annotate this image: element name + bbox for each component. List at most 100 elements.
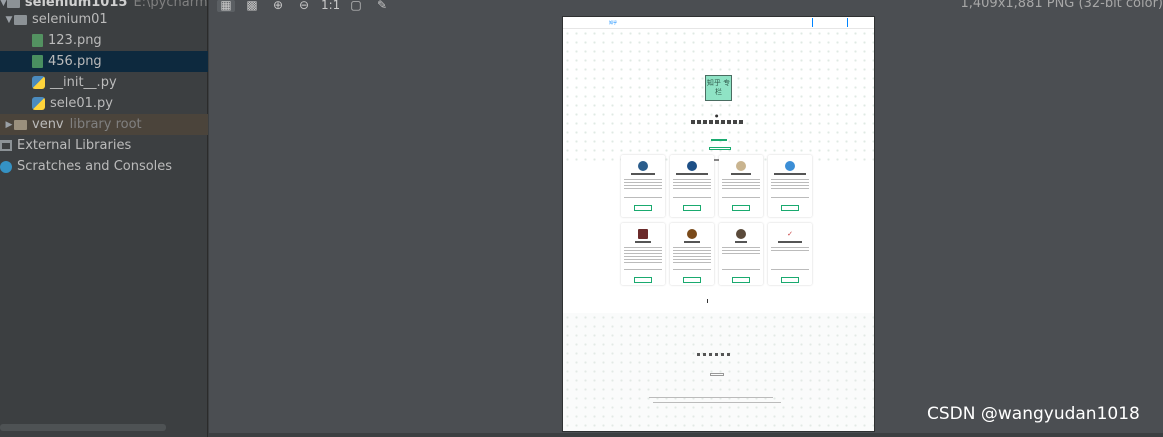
tree-item-selenium01[interactable]: ▼ selenium01 [0, 9, 208, 30]
tree-item-123-png[interactable]: 123.png [0, 30, 208, 51]
card-button [781, 205, 799, 211]
project-tree: ▼ selenium1015 E:\pycharm\seleni ▼ selen… [0, 0, 208, 437]
card-title [778, 241, 802, 243]
folder-icon [14, 119, 27, 130]
avatar [736, 161, 746, 171]
image-info: 1,409x1,881 PNG (32-bit color) [960, 0, 1163, 11]
card-meta [722, 269, 760, 270]
card-desc [624, 247, 662, 263]
csdn-watermark: CSDN @wangyudan1018 [927, 404, 1140, 424]
library-root-hint: library root [69, 117, 142, 132]
card-title [631, 173, 655, 175]
tree-item-scratches[interactable]: Scratches and Consoles [0, 156, 208, 177]
scratches-icon [0, 160, 12, 173]
card-meta [624, 269, 662, 270]
footer-line [649, 397, 773, 398]
preview-brand: 知乎 [609, 20, 617, 25]
tree-item-external-libraries[interactable]: External Libraries [0, 135, 208, 156]
preview-hero: 知乎 专栏 ● [563, 29, 874, 164]
card-title [735, 241, 747, 243]
chessboard-icon[interactable]: ▩ [243, 0, 261, 12]
card-meta [722, 197, 760, 198]
card-meta [673, 197, 711, 198]
card-button [781, 277, 799, 283]
tree-item-label: sele01.py [50, 96, 114, 111]
card-meta [673, 269, 711, 270]
color-picker-icon[interactable]: ✎ [373, 0, 391, 12]
tree-item-label: 123.png [48, 33, 102, 48]
grid-icon[interactable]: ▦ [217, 0, 235, 12]
card-meta [771, 269, 809, 270]
python-file-icon [32, 97, 45, 110]
card-desc [673, 179, 711, 189]
card-meta [624, 197, 662, 198]
card-title [676, 173, 708, 175]
zoom-out-icon[interactable]: ⊖ [295, 0, 313, 12]
card-title [684, 241, 700, 243]
ide-window: ▼ selenium1015 E:\pycharm\seleni ▼ selen… [0, 0, 1163, 437]
preview-card [670, 155, 714, 217]
avatar [638, 229, 648, 239]
footer-line [653, 402, 781, 403]
preview-card [719, 223, 763, 285]
footer-button [710, 373, 724, 376]
chevron-right-icon[interactable]: ▶ [4, 120, 14, 130]
actual-size-icon[interactable]: 1:1 [321, 0, 339, 12]
python-file-icon [32, 76, 45, 89]
avatar [687, 161, 697, 171]
image-preview: 知乎 知乎 专栏 ● ✓ [562, 16, 875, 432]
card-button [634, 277, 652, 283]
tree-item-label: External Libraries [17, 138, 132, 153]
chevron-down-icon[interactable]: ▼ [4, 15, 14, 25]
card-desc [624, 179, 662, 189]
avatar [736, 229, 746, 239]
preview-dot: ● [715, 113, 719, 118]
preview-card [768, 155, 812, 217]
footer-heading [697, 353, 731, 356]
avatar: ✓ [787, 230, 793, 238]
fit-icon[interactable]: ▢ [347, 0, 365, 12]
tree-item-456-png[interactable]: 456.png [0, 51, 208, 72]
chevron-down-icon[interactable]: ▼ [0, 0, 7, 8]
tree-item-label: __init__.py [50, 75, 117, 90]
library-icon [0, 140, 12, 151]
tree-item-venv[interactable]: ▶ venv library root [0, 114, 208, 135]
image-viewer: ▦ ▩ ⊕ ⊖ 1:1 ▢ ✎ 1,409x1,881 PNG (32-bit … [209, 0, 1163, 437]
tree-item-init-py[interactable]: __init__.py [0, 72, 208, 93]
card-button [732, 205, 750, 211]
horizontal-scrollbar[interactable] [0, 424, 166, 431]
card-title [635, 241, 651, 243]
avatar [638, 161, 648, 171]
preview-card [670, 223, 714, 285]
card-title [774, 173, 806, 175]
preview-card [621, 155, 665, 217]
tree-item-label: Scratches and Consoles [17, 159, 173, 174]
preview-pagination [707, 299, 721, 304]
preview-login-box [812, 18, 848, 27]
card-desc [771, 247, 809, 251]
preview-link [711, 139, 727, 141]
preview-navbar: 知乎 [563, 17, 874, 29]
card-title [731, 173, 751, 175]
preview-hero-button [709, 147, 731, 150]
avatar [687, 229, 697, 239]
card-meta [771, 197, 809, 198]
preview-footer [563, 313, 874, 431]
tree-item-sele01-py[interactable]: sele01.py [0, 93, 208, 114]
avatar [785, 161, 795, 171]
card-desc [722, 247, 760, 254]
card-desc [771, 179, 809, 189]
tree-item-label: venv [32, 117, 64, 132]
preview-card [719, 155, 763, 217]
image-file-icon [32, 55, 43, 68]
card-button [683, 205, 701, 211]
card-button [634, 205, 652, 211]
preview-card: ✓ [768, 223, 812, 285]
pagination-bar [707, 299, 721, 303]
zoom-in-icon[interactable]: ⊕ [269, 0, 287, 12]
viewer-status-strip [209, 433, 1163, 437]
folder-icon [14, 14, 27, 25]
card-desc [673, 247, 711, 263]
image-file-icon [32, 34, 43, 47]
tree-item-label: selenium01 [32, 12, 108, 27]
